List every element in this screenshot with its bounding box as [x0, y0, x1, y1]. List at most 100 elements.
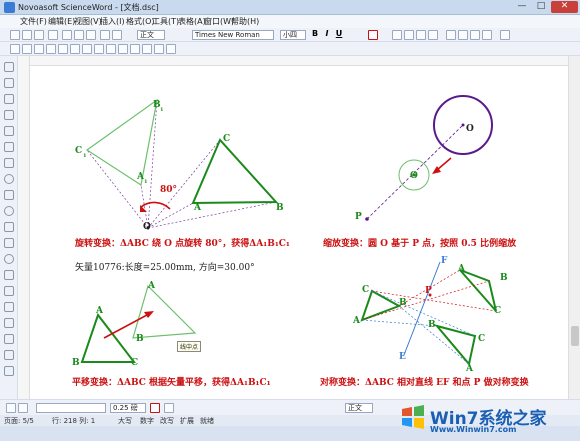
eraser-icon[interactable] [4, 366, 14, 376]
bold-button[interactable]: B [310, 30, 320, 40]
label-b: B [276, 203, 284, 213]
triangle-icon[interactable] [4, 238, 14, 248]
minimize-button[interactable]: — [513, 1, 531, 13]
menu-format[interactable]: 格式(O) [126, 16, 155, 27]
label-o-big: O [466, 124, 474, 134]
close-button[interactable]: ✕ [551, 1, 578, 13]
menu-view[interactable]: 视图(V) [74, 16, 102, 27]
formula-tool-icon[interactable] [94, 44, 104, 54]
menu-insert[interactable]: 插入(I) [100, 16, 125, 27]
rectangle-icon[interactable] [4, 190, 14, 200]
underline-button[interactable]: U [334, 30, 344, 40]
standard-toolbar: 正文 Times New Roman 小四 B I U [0, 28, 580, 42]
menu-tools[interactable]: 工具(T) [152, 16, 179, 27]
pentagon-icon[interactable] [4, 270, 14, 280]
ray-icon[interactable] [4, 110, 14, 120]
dot-icon[interactable] [4, 158, 14, 168]
title-bar: Novoasoft ScienceWord - [文档.dsc] — □ ✕ [0, 0, 580, 15]
label-a: A [194, 203, 201, 213]
style-select[interactable]: 正文 [137, 30, 165, 40]
label-b-translate: B [72, 358, 80, 368]
scroll-thumb[interactable] [571, 326, 579, 346]
label-c2-sym: C [494, 306, 502, 316]
undo-icon[interactable] [100, 30, 110, 40]
ellipse-icon[interactable] [4, 206, 14, 216]
line-width-select[interactable]: 0.25 磅 [110, 403, 146, 413]
line-color-icon[interactable] [150, 403, 160, 413]
size-select[interactable]: 小四 [280, 30, 306, 40]
app-icon[interactable] [4, 2, 15, 13]
hexagon-icon[interactable] [4, 286, 14, 296]
caption-rotate: 旋转变换：ΔABC 绕 O 点旋转 80°，获得ΔA₁B₁C₁ [75, 239, 290, 249]
scale-tool-icon[interactable] [166, 44, 176, 54]
fill-icon[interactable] [4, 350, 14, 360]
circle-icon[interactable] [4, 174, 14, 184]
left-tool-panel [0, 56, 18, 399]
rect-tool-icon[interactable] [46, 44, 56, 54]
menu-window[interactable]: 窗口(W) [204, 16, 234, 27]
arc-icon[interactable] [4, 302, 14, 312]
curve-icon[interactable] [4, 334, 14, 344]
select-tool-icon[interactable] [10, 44, 20, 54]
numbering-icon[interactable] [446, 30, 456, 40]
rotate-tool-icon[interactable] [142, 44, 152, 54]
menu-file[interactable]: 文件(F) [20, 16, 47, 27]
align-left-icon[interactable] [392, 30, 402, 40]
menu-help[interactable]: 帮助(H) [231, 16, 259, 27]
justify-icon[interactable] [428, 30, 438, 40]
fill-color-icon[interactable] [164, 403, 174, 413]
text-tool-icon[interactable] [82, 44, 92, 54]
pencil-icon[interactable] [4, 126, 14, 136]
italic-button[interactable]: I [322, 30, 332, 40]
align-right-icon[interactable] [416, 30, 426, 40]
ellipse-tool-icon[interactable] [58, 44, 68, 54]
watermark-url: Www.Winwin7.com [430, 425, 517, 434]
document-canvas[interactable] [30, 66, 568, 399]
copy-icon[interactable] [74, 30, 84, 40]
text-box-icon[interactable] [4, 318, 14, 328]
label-b1-sub: 1 [160, 107, 164, 113]
menu-edit[interactable]: 编辑(E) [48, 16, 75, 27]
align-center-icon[interactable] [404, 30, 414, 40]
font-color-icon[interactable] [368, 30, 378, 40]
mirror-tool-icon[interactable] [154, 44, 164, 54]
status-caps: 大写 [118, 417, 132, 425]
vector-tool-icon[interactable] [130, 44, 140, 54]
angle-tool-icon[interactable] [118, 44, 128, 54]
pointer-icon[interactable] [4, 62, 14, 72]
point-tool-icon[interactable] [106, 44, 116, 54]
label-e: E [399, 352, 406, 362]
indent-icon[interactable] [470, 30, 480, 40]
paragraph-style-select[interactable]: 正文 [345, 403, 373, 413]
drawing-toolbar [0, 42, 580, 56]
arrow-tool-icon[interactable] [34, 44, 44, 54]
border-icon[interactable] [500, 30, 510, 40]
redo-icon[interactable] [112, 30, 122, 40]
font-select[interactable]: Times New Roman [192, 30, 274, 40]
polygon-tool-icon[interactable] [70, 44, 80, 54]
line-style-icon[interactable] [6, 403, 16, 413]
line-icon[interactable] [4, 78, 14, 88]
vector-info: 矢量10776:长度=25.00mm, 方向=30.00° [75, 263, 255, 273]
paste-icon[interactable] [86, 30, 96, 40]
square-icon[interactable] [4, 222, 14, 232]
open-icon[interactable] [22, 30, 32, 40]
line-style-select[interactable] [36, 403, 106, 413]
brush-icon[interactable] [4, 142, 14, 152]
bullets-icon[interactable] [458, 30, 468, 40]
line-tool-icon[interactable] [22, 44, 32, 54]
new-doc-icon[interactable] [10, 30, 20, 40]
segment-icon[interactable] [4, 94, 14, 104]
print-icon[interactable] [48, 30, 58, 40]
ring-icon[interactable] [4, 254, 14, 264]
dash-style-icon[interactable] [18, 403, 28, 413]
vertical-scrollbar[interactable] [568, 56, 580, 399]
menu-table[interactable]: 表格(A) [178, 16, 206, 27]
scaling-figure [365, 95, 493, 221]
label-b1-sym: B [428, 320, 436, 330]
outdent-icon[interactable] [482, 30, 492, 40]
cut-icon[interactable] [62, 30, 72, 40]
save-icon[interactable] [34, 30, 44, 40]
menu-bar: 文件(F) 编辑(E) 视图(V) 插入(I) 格式(O) 工具(T) 表格(A… [0, 15, 580, 28]
maximize-button[interactable]: □ [532, 1, 550, 13]
